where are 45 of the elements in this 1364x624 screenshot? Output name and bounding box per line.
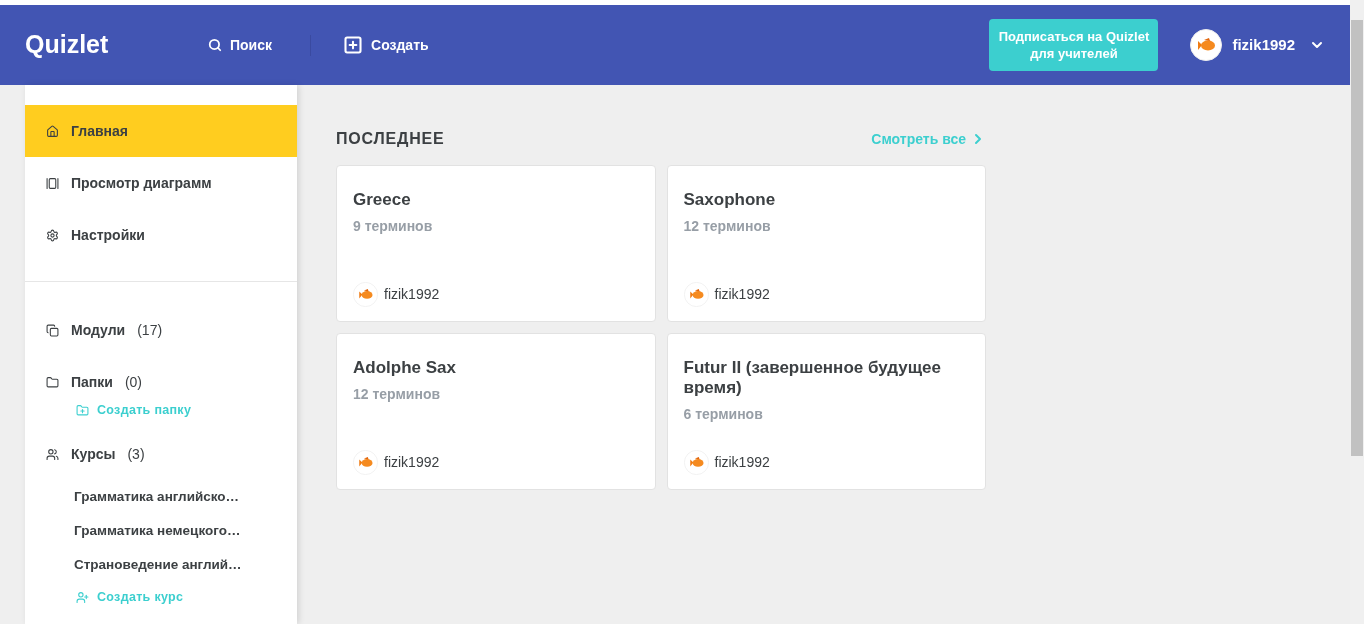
term-count: 12 терминов	[683, 217, 772, 236]
section-title: ПОСЛЕДНЕЕ	[336, 129, 445, 149]
author-name: fizik1992	[384, 285, 440, 304]
course-link[interactable]: Страноведение англий…	[25, 548, 297, 582]
search-icon	[208, 38, 222, 52]
course-link[interactable]: Грамматика английско…	[25, 480, 297, 514]
goldfish-avatar	[683, 282, 709, 307]
nav-item[interactable]: Просмотр диаграмм	[25, 157, 297, 209]
gear-icon	[46, 228, 59, 242]
study-set-card[interactable]: Adolphe Sax 12 терминов fizik1992	[336, 333, 656, 490]
goldfish-avatar	[1190, 29, 1223, 61]
study-set-card[interactable]: Greece 9 терминов fizik1992	[336, 165, 656, 322]
folder-plus-icon	[76, 403, 89, 417]
stack-icon	[46, 323, 59, 337]
goldfish-avatar	[353, 450, 378, 475]
set-title: Saxophone	[683, 190, 777, 210]
columns-icon	[46, 176, 59, 190]
home-icon	[46, 124, 59, 138]
goldfish-avatar	[353, 282, 378, 307]
username[interactable]: fizik1992	[1232, 33, 1295, 57]
nav-item[interactable]: Главная	[25, 105, 297, 157]
author-name: fizik1992	[714, 453, 770, 472]
people-icon	[46, 447, 59, 461]
set-title: Futur II (завершенное будущее время)	[683, 358, 942, 398]
create-button[interactable]: Создать	[343, 34, 429, 56]
course-link[interactable]: Грамматика немецкого…	[25, 514, 297, 548]
logo[interactable]: Quizlet	[25, 26, 208, 64]
study-set-card[interactable]: Futur II (завершенное будущее время) 6 терминов fizik1992	[666, 333, 986, 490]
nav-item[interactable]: Настройки	[25, 209, 297, 261]
search-button[interactable]: Поиск	[208, 34, 311, 56]
library-item[interactable]: Модули (17)	[25, 304, 297, 356]
study-set-card[interactable]: Saxophone 12 терминов fizik1992	[666, 165, 986, 322]
library-item[interactable]: Курсы (3)	[25, 428, 297, 480]
term-count: 9 терминов	[353, 217, 434, 236]
add-stack-icon	[343, 35, 363, 55]
term-count: 6 терминов	[683, 405, 764, 424]
set-title: Greece	[353, 190, 412, 210]
goldfish-avatar	[683, 450, 709, 475]
author-name: fizik1992	[714, 285, 770, 304]
author-name: fizik1992	[384, 453, 440, 472]
people-plus-icon	[76, 590, 89, 604]
scrollbar[interactable]	[1350, 0, 1364, 624]
set-title: Adolphe Sax	[353, 358, 457, 378]
term-count: 12 терминов	[353, 385, 442, 404]
folder-icon	[46, 375, 59, 389]
